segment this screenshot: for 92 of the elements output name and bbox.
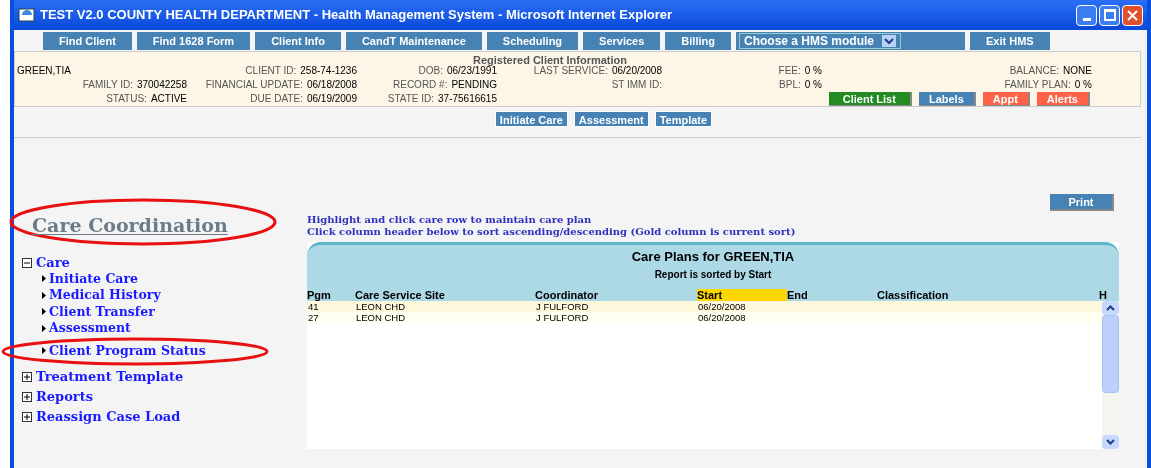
bullet-icon (42, 324, 46, 332)
column-header[interactable]: H (1099, 289, 1119, 301)
nav-button[interactable]: Find Client (43, 32, 132, 50)
field-label: FEE: (778, 64, 801, 78)
tree-item[interactable]: Care (22, 254, 70, 271)
maximize-button[interactable] (1099, 4, 1120, 26)
field-label: BPL: (779, 78, 801, 92)
module-select[interactable]: Choose a HMS module (735, 32, 965, 50)
instruction-text: Click column header below to sort ascending/descending (Gold column is current sort) (307, 226, 797, 238)
tree-link[interactable]: Medical History (42, 287, 161, 304)
nav-button[interactable]: Services (583, 32, 661, 50)
minimize-button[interactable] (1076, 4, 1097, 26)
field-value: GREEN,TIA (17, 64, 71, 78)
table-cell-text: 41 (307, 301, 320, 312)
close-button[interactable] (1122, 4, 1143, 26)
tree-link[interactable]: Client Transfer (42, 303, 155, 320)
table-row[interactable]: 41 LEON CHD J FULFORD 06/20/2008 (307, 301, 1102, 312)
nav-button[interactable]: CandT Maintenance (345, 32, 482, 50)
column-header[interactable]: Start (697, 289, 787, 301)
field-value: 370042258 (136, 78, 187, 92)
scrollbar[interactable] (1102, 301, 1119, 449)
scroll-up-icon[interactable] (1102, 301, 1119, 315)
window-title: TEST V2.0 COUNTY HEALTH DEPARTMENT - Health Management System - Microsoft Internet Explorer (40, 6, 673, 25)
tree-item[interactable]: Reports (22, 389, 93, 405)
nav-button[interactable]: Find 1628 Form (136, 32, 251, 50)
report-subtitle: Report is sorted by Start (654, 267, 772, 282)
field-label: FINANCIAL UPDATE: (205, 78, 303, 92)
table-cell-text: 27 (307, 312, 320, 323)
table-cell-text: J FULFORD (535, 301, 590, 312)
table-cell-text: 06/20/2008 (697, 301, 747, 312)
field-label: RECORD #: (393, 78, 448, 92)
field-label: STATE ID: (387, 92, 435, 106)
subnav-button[interactable]: Template (654, 111, 713, 127)
expand-icon[interactable] (22, 412, 32, 422)
nav-button[interactable]: Scheduling (486, 32, 579, 50)
field-label: FAMILY PLAN: (1004, 78, 1071, 92)
scroll-down-icon[interactable] (1102, 435, 1119, 449)
instruction-text: Highlight and click care row to maintain care plan (307, 214, 593, 226)
table-row[interactable]: 27 LEON CHD J FULFORD 06/20/2008 (307, 312, 1102, 323)
subnav-button[interactable]: Assessment (573, 111, 649, 127)
field-value: 37-75616615 (438, 92, 497, 106)
field-label: DUE DATE: (250, 92, 303, 106)
tree-item[interactable]: Treatment Template (22, 369, 184, 385)
bullet-icon (42, 291, 46, 299)
browser-icon (18, 7, 36, 23)
collapse-icon[interactable] (22, 257, 32, 268)
field-value: 06/18/2008 (306, 78, 357, 92)
tree-link[interactable]: Assessment (42, 320, 131, 337)
field-label: BALANCE: (1009, 64, 1060, 78)
column-header[interactable]: Classification (877, 289, 1099, 301)
report-title: Care Plans for GREEN,TIA (631, 248, 795, 266)
field-label: LAST SERVICE: (533, 64, 608, 78)
field-value: PENDING (451, 78, 497, 92)
table-cell-text: LEON CHD (355, 312, 407, 323)
field-value: ACTIVE (150, 92, 187, 106)
field-value: 0 % (1074, 78, 1092, 92)
table-cell-text: J FULFORD (535, 312, 590, 323)
column-header[interactable]: Coordinator (535, 289, 697, 301)
expand-icon[interactable] (22, 372, 32, 382)
section-title: Care Coordination (32, 213, 228, 238)
field-value: 0 % (804, 64, 822, 78)
field-value: 258-74-1236 (300, 64, 357, 78)
nav-button[interactable]: Billing (665, 32, 731, 50)
field-value: 06/19/2009 (306, 92, 357, 106)
print-button[interactable]: Print (1050, 194, 1114, 211)
nav-button[interactable]: Client Info (255, 32, 341, 50)
column-header[interactable]: Pgm (307, 289, 355, 301)
field-label: ST IMM ID: (611, 78, 662, 92)
field-value: NONE (1063, 64, 1092, 78)
column-header[interactable]: Care Service Site (355, 289, 535, 301)
subnav-button[interactable]: Initiate Care (494, 111, 568, 127)
column-header[interactable]: End (787, 289, 877, 301)
action-button[interactable]: Client List (828, 92, 912, 106)
chevron-down-icon (882, 35, 896, 47)
table-cell-text: 06/20/2008 (697, 312, 747, 323)
table-cell-text: LEON CHD (355, 301, 407, 312)
expand-icon[interactable] (22, 392, 32, 402)
bullet-icon (42, 308, 46, 316)
tree-item[interactable]: Reassign Case Load (22, 409, 181, 425)
field-label: CLIENT ID: (245, 64, 297, 78)
action-button[interactable]: Labels (918, 92, 976, 106)
close-icon (1127, 9, 1138, 21)
field-label: DOB: (418, 64, 443, 78)
nav-button[interactable]: Exit HMS (969, 32, 1050, 50)
bullet-icon (42, 347, 46, 355)
field-label: FAMILY ID: (82, 78, 133, 92)
tree-link[interactable]: Initiate Care (42, 270, 138, 287)
scroll-thumb[interactable] (1102, 315, 1119, 393)
field-value: 0 % (804, 78, 822, 92)
field-value: 06/20/2008 (611, 64, 662, 78)
bullet-icon (42, 275, 46, 283)
field-label: STATUS: (106, 92, 147, 106)
